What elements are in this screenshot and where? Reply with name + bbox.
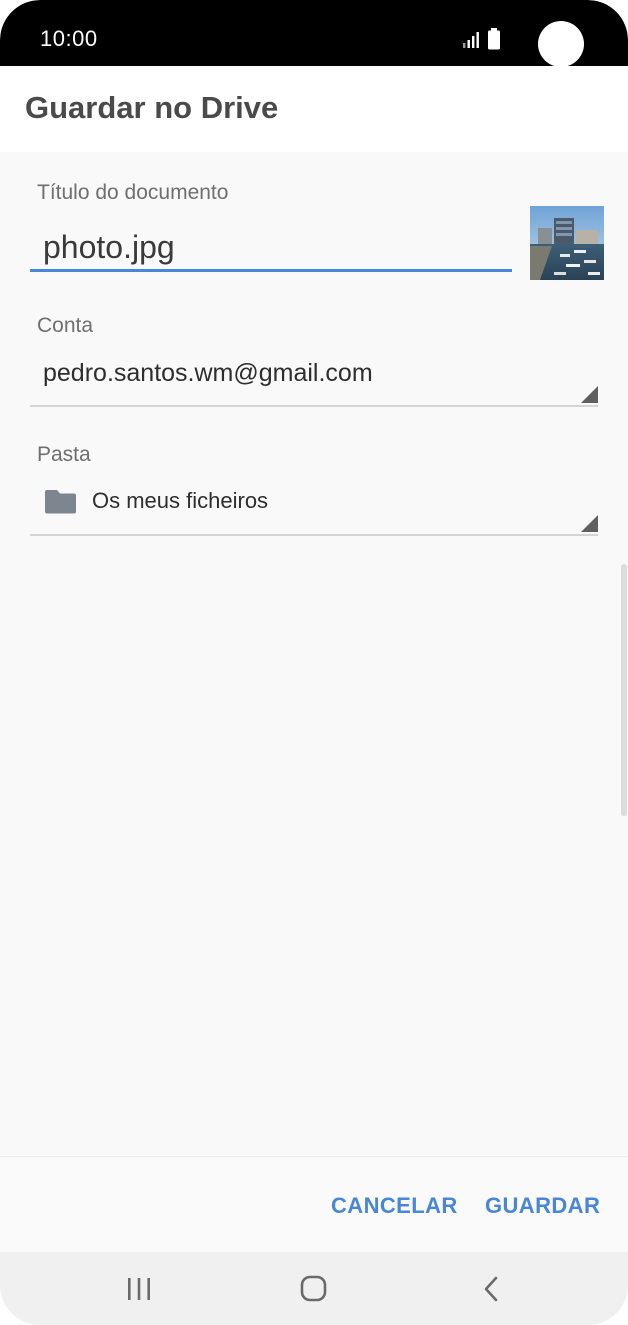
account-value: pedro.santos.wm@gmail.com xyxy=(43,359,373,387)
status-bar: 10:00 xyxy=(0,0,628,67)
save-button[interactable]: GUARDAR xyxy=(485,1193,600,1219)
dropdown-arrow-icon xyxy=(581,386,598,403)
folder-dropdown[interactable]: Os meus ficheiros xyxy=(30,478,598,536)
status-time: 10:00 xyxy=(40,26,98,51)
folder-icon xyxy=(45,490,76,514)
home-icon[interactable] xyxy=(296,1274,332,1304)
scrollbar[interactable] xyxy=(621,564,627,816)
app-bar: Guardar no Drive xyxy=(0,66,628,152)
account-dropdown[interactable]: pedro.santos.wm@gmail.com xyxy=(30,349,598,407)
recent-apps-icon[interactable] xyxy=(121,1274,157,1304)
back-icon[interactable] xyxy=(472,1274,508,1304)
navigation-bar xyxy=(0,1252,628,1325)
document-title-input[interactable] xyxy=(30,226,512,272)
signal-icon xyxy=(463,32,479,48)
phone-screen: 10:00 Guardar no Drive Título do documen… xyxy=(0,0,628,1325)
page-title: Guardar no Drive xyxy=(25,90,279,125)
folder-value: Os meus ficheiros xyxy=(92,488,269,513)
front-camera xyxy=(538,21,584,67)
dialog-actions: CANCELAR GUARDAR xyxy=(0,1156,628,1252)
save-form: Título do documento photo.jpg Conta pedr… xyxy=(0,152,628,1156)
account-label: Conta xyxy=(37,314,94,337)
cancel-button[interactable]: CANCELAR xyxy=(331,1193,458,1219)
photo-thumbnail[interactable] xyxy=(530,206,604,280)
folder-label: Pasta xyxy=(37,443,91,466)
document-title-label: Título do documento xyxy=(37,181,229,204)
battery-icon xyxy=(488,28,500,50)
dropdown-arrow-icon xyxy=(581,515,598,532)
